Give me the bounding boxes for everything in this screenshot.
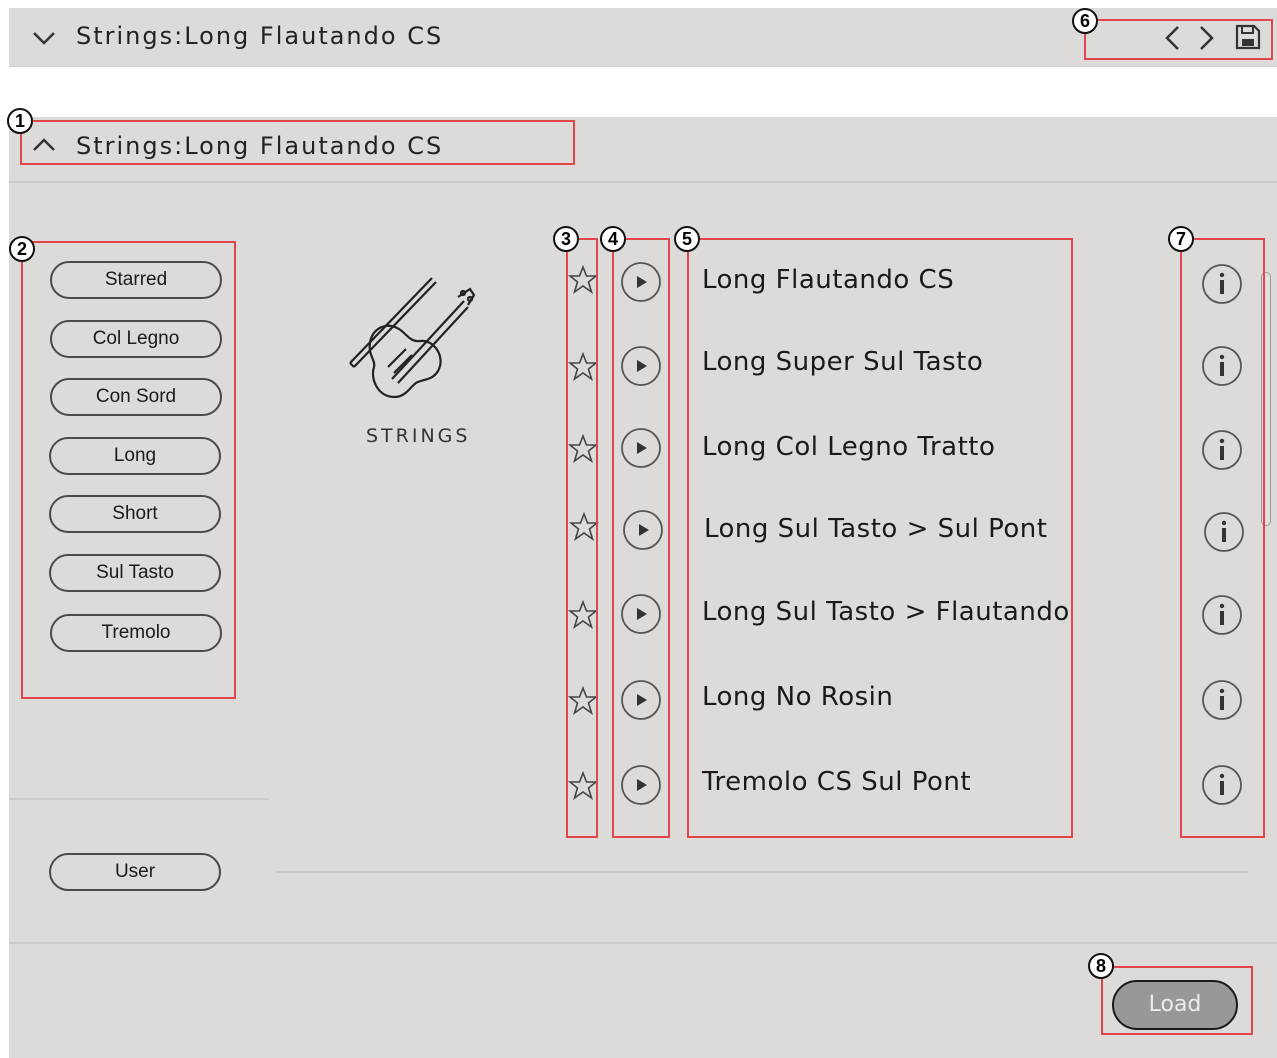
tag-user[interactable]: User xyxy=(49,853,221,891)
callout-box-2 xyxy=(21,241,236,699)
callout-badge-8: 8 xyxy=(1088,953,1114,979)
callout-badge-4: 4 xyxy=(600,226,626,252)
callout-box-4 xyxy=(612,238,670,838)
callout-badge-5: 5 xyxy=(674,226,700,252)
footer-divider xyxy=(9,942,1277,944)
callout-box-3 xyxy=(566,238,598,838)
callout-box-8 xyxy=(1101,966,1253,1035)
callout-badge-2: 2 xyxy=(9,236,35,262)
violin-icon xyxy=(349,277,476,399)
callout-box-7 xyxy=(1180,238,1265,838)
header-title: Strings:Long Flautando CS xyxy=(76,22,444,50)
callout-badge-7: 7 xyxy=(1168,226,1194,252)
callout-badge-6: 6 xyxy=(1072,8,1098,34)
callout-badge-1: 1 xyxy=(7,108,33,134)
section-divider xyxy=(9,181,1277,183)
callout-box-6 xyxy=(1084,19,1273,60)
callout-box-5 xyxy=(687,238,1073,838)
tags-divider xyxy=(9,798,269,800)
callout-badge-3: 3 xyxy=(553,226,579,252)
callout-box-1 xyxy=(20,120,575,165)
list-divider xyxy=(277,871,1248,873)
chevron-down-icon[interactable] xyxy=(31,29,57,47)
category-label: STRINGS xyxy=(366,425,471,447)
